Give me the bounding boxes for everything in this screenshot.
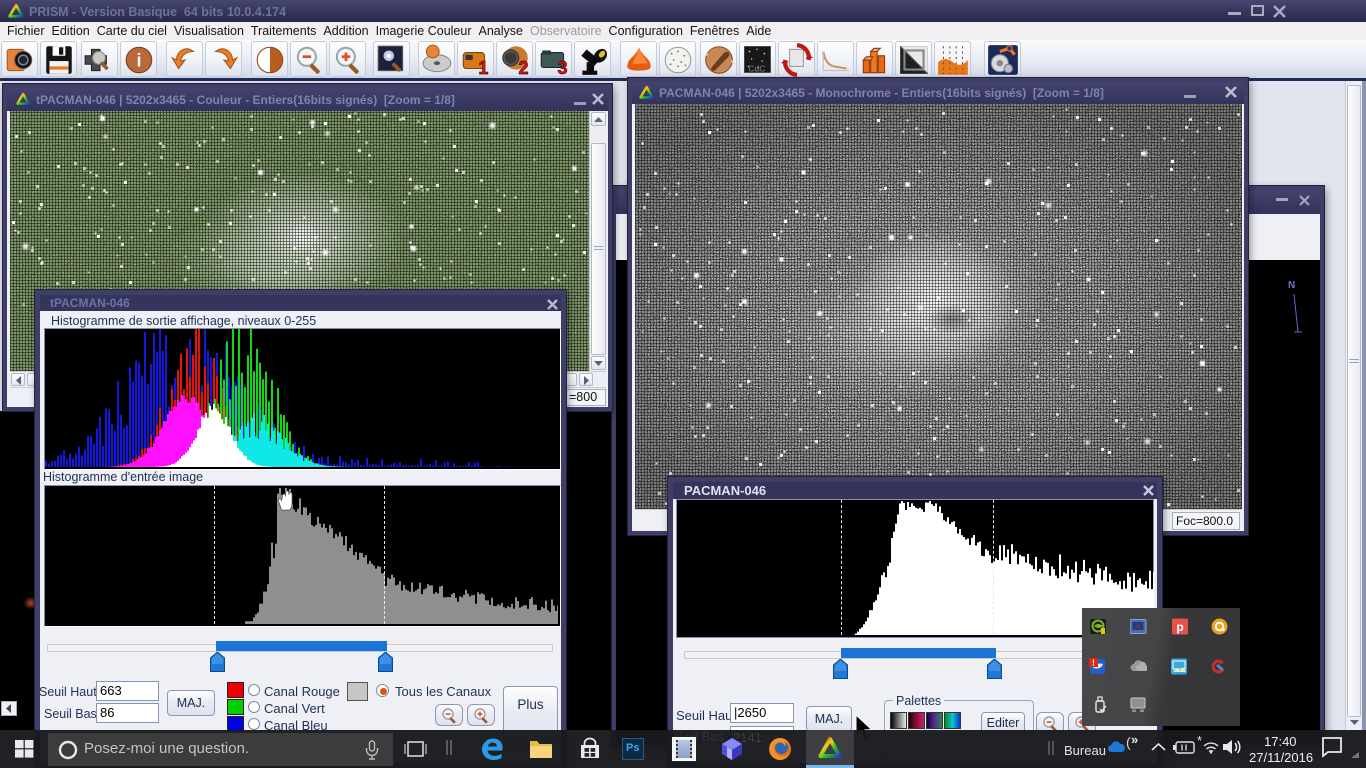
svg-text:CdC: CdC [748,64,765,74]
svg-text:i: i [136,50,141,70]
svg-text:2: 2 [518,58,528,77]
svg-text:p: p [1176,620,1183,634]
svg-text:1: 1 [478,58,488,77]
svg-text:3: 3 [557,58,567,77]
svg-text:!: ! [1092,659,1095,668]
